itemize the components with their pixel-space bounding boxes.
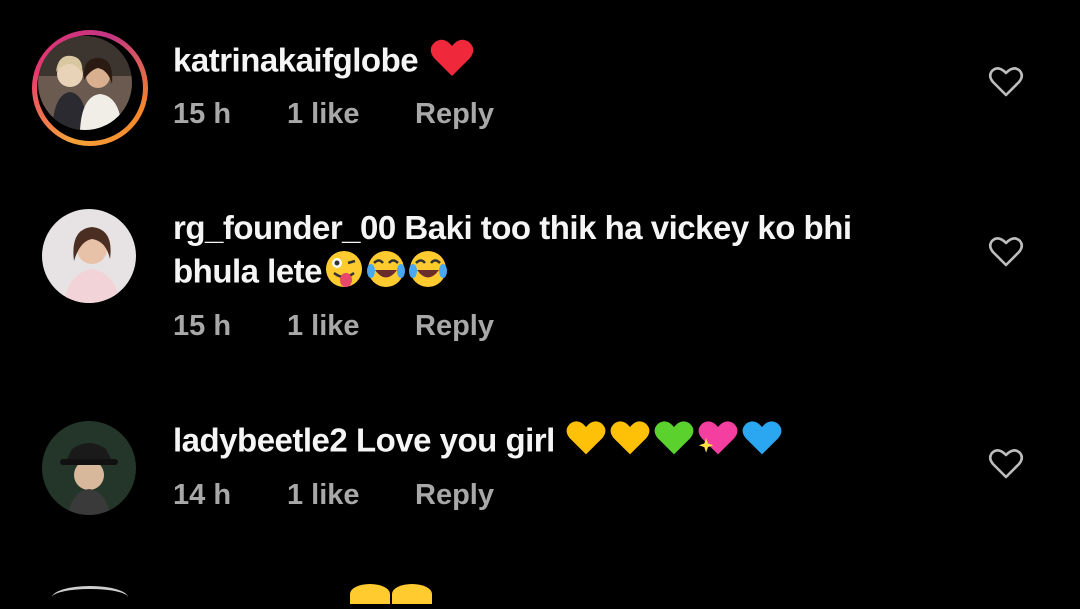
timestamp: 15 h xyxy=(173,98,232,130)
like-heart-icon[interactable] xyxy=(988,66,1024,98)
avatar[interactable] xyxy=(42,421,136,515)
likes-count[interactable]: 1 like xyxy=(287,98,415,131)
comment-text: ladybeetle2 Love you girl xyxy=(173,419,933,467)
timestamp: 15 h xyxy=(173,310,232,342)
username[interactable]: katrinakaifglobe xyxy=(173,42,419,79)
story-ring[interactable] xyxy=(32,30,148,146)
yellow-heart-icon xyxy=(565,419,607,467)
like-heart-icon[interactable] xyxy=(988,448,1024,480)
reply-button[interactable]: Reply xyxy=(415,98,494,131)
likes-count[interactable]: 1 like xyxy=(287,310,415,343)
avatar[interactable] xyxy=(38,36,132,130)
like-heart-icon[interactable] xyxy=(988,236,1024,268)
comment-meta: 15 h 1 like Reply xyxy=(173,98,494,131)
winking-face-with-tongue-icon xyxy=(324,249,364,299)
avatar[interactable] xyxy=(42,209,136,303)
username[interactable]: ladybeetle2 xyxy=(173,422,348,459)
username[interactable]: rg_founder_00 xyxy=(173,209,396,246)
tears-of-joy-icon xyxy=(408,249,448,299)
green-heart-icon xyxy=(653,419,695,467)
red-heart-icon xyxy=(429,38,475,88)
comment-meta: 14 h 1 like Reply xyxy=(173,479,494,512)
comment-text: katrinakaifglobe xyxy=(173,38,933,88)
sparkling-heart-icon xyxy=(697,419,739,467)
next-comment-emoji-partial xyxy=(392,584,432,604)
comment-text: rg_founder_00 Baki too thik ha vickey ko… xyxy=(173,207,933,299)
comment-body: Love you girl xyxy=(355,421,555,459)
timestamp: 14 h xyxy=(173,479,232,511)
comment-meta: 15 h 1 like Reply xyxy=(173,310,494,343)
next-comment-emoji-partial xyxy=(350,584,390,604)
likes-count[interactable]: 1 like xyxy=(287,479,415,512)
blue-heart-icon xyxy=(741,419,783,467)
tears-of-joy-icon xyxy=(366,249,406,299)
next-comment-avatar[interactable] xyxy=(52,586,128,609)
reply-button[interactable]: Reply xyxy=(415,310,494,343)
reply-button[interactable]: Reply xyxy=(415,479,494,512)
yellow-heart-icon xyxy=(609,419,651,467)
